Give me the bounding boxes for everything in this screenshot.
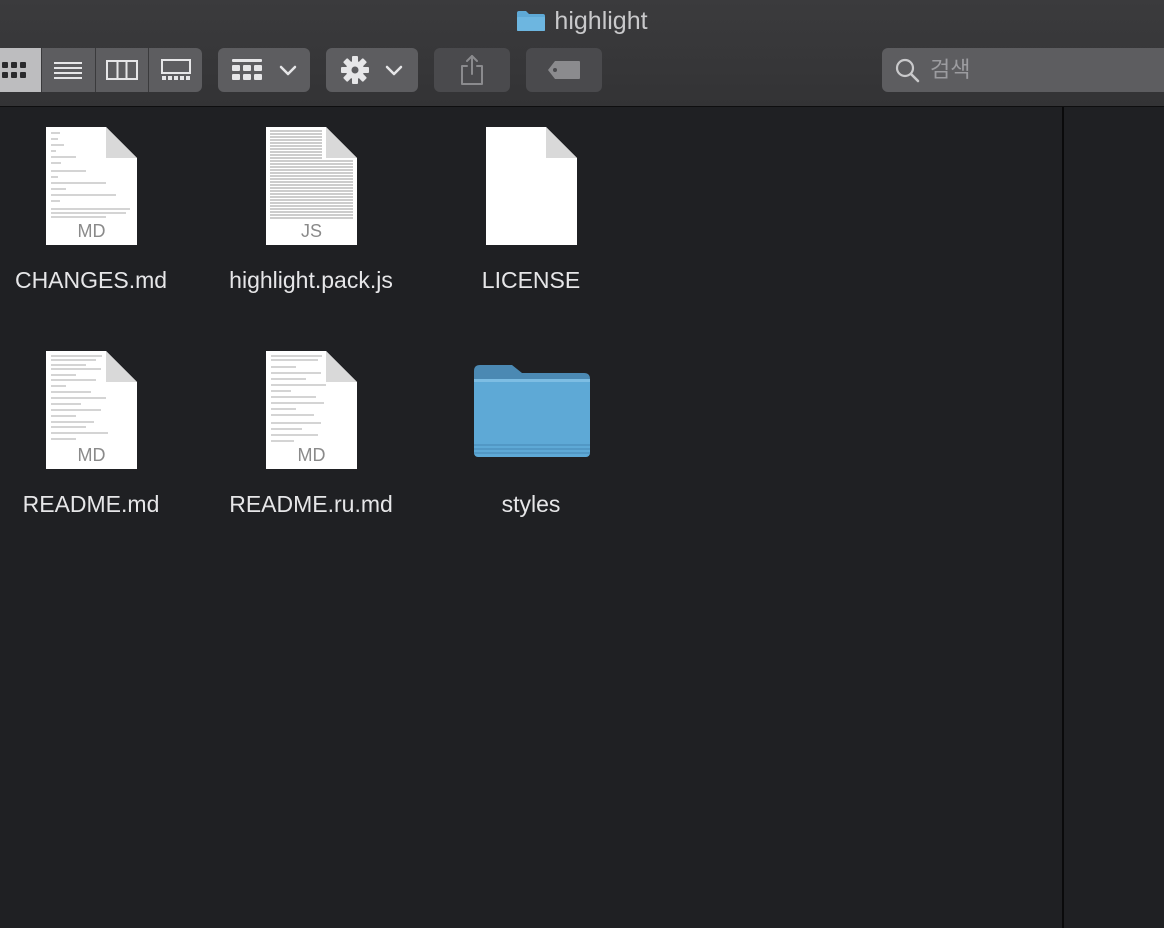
window-title: highlight [0, 4, 1164, 38]
file-item[interactable]: JS highlight.pack.js [211, 107, 411, 317]
icon-view-icon [2, 62, 27, 78]
action-button[interactable] [326, 48, 418, 92]
folder-icon [472, 363, 592, 459]
toolbar: highlight [0, 0, 1164, 107]
share-icon [461, 55, 483, 85]
file-name: styles [501, 491, 561, 517]
search-icon [895, 58, 920, 83]
tag-button[interactable] [526, 48, 602, 92]
blank-document-icon [486, 127, 577, 245]
list-view-icon [54, 62, 83, 79]
list-view-button[interactable] [42, 48, 96, 92]
pane-divider[interactable] [1062, 107, 1064, 928]
chevron-down-icon [385, 65, 403, 76]
icon-view-button[interactable] [0, 48, 42, 92]
column-view-icon [105, 60, 138, 80]
search-field[interactable] [882, 48, 1164, 92]
tag-icon [548, 61, 580, 79]
file-name: LICENSE [481, 267, 581, 293]
file-name: CHANGES.md [14, 267, 168, 293]
file-item[interactable]: MD README.ru.md [211, 331, 411, 541]
folder-item[interactable]: styles [431, 331, 631, 541]
folder-icon [516, 10, 546, 32]
markdown-document-icon: MD [266, 351, 357, 469]
gear-icon [341, 56, 369, 84]
search-input[interactable] [928, 56, 1132, 84]
javascript-document-icon: JS [266, 127, 357, 245]
chevron-down-icon [279, 65, 297, 76]
finder-window: highlight 검색 MD CHANGES.md JS highlight.… [0, 0, 1164, 928]
view-mode-control [0, 48, 202, 92]
group-grid-icon [232, 59, 262, 80]
window-title-text: highlight [554, 6, 648, 35]
file-extension-label: JS [300, 221, 322, 241]
gallery-view-icon [160, 59, 191, 80]
file-name: README.md [22, 491, 160, 517]
gallery-view-button[interactable] [149, 48, 202, 92]
file-extension-label: MD [77, 221, 106, 241]
group-by-button[interactable] [218, 48, 310, 92]
file-item[interactable]: LICENSE [431, 107, 631, 317]
file-extension-label: MD [297, 445, 326, 465]
markdown-document-icon: MD [46, 351, 137, 469]
file-item[interactable]: MD CHANGES.md [0, 107, 191, 317]
file-extension-label: MD [77, 445, 106, 465]
file-item[interactable]: MD README.md [0, 331, 191, 541]
column-view-button[interactable] [96, 48, 150, 92]
file-grid: MD CHANGES.md JS highlight.pack.js LICEN… [0, 107, 1062, 928]
markdown-document-icon: MD [46, 127, 137, 245]
share-button[interactable] [434, 48, 510, 92]
file-name: highlight.pack.js [229, 267, 393, 293]
file-name: README.ru.md [229, 491, 393, 517]
